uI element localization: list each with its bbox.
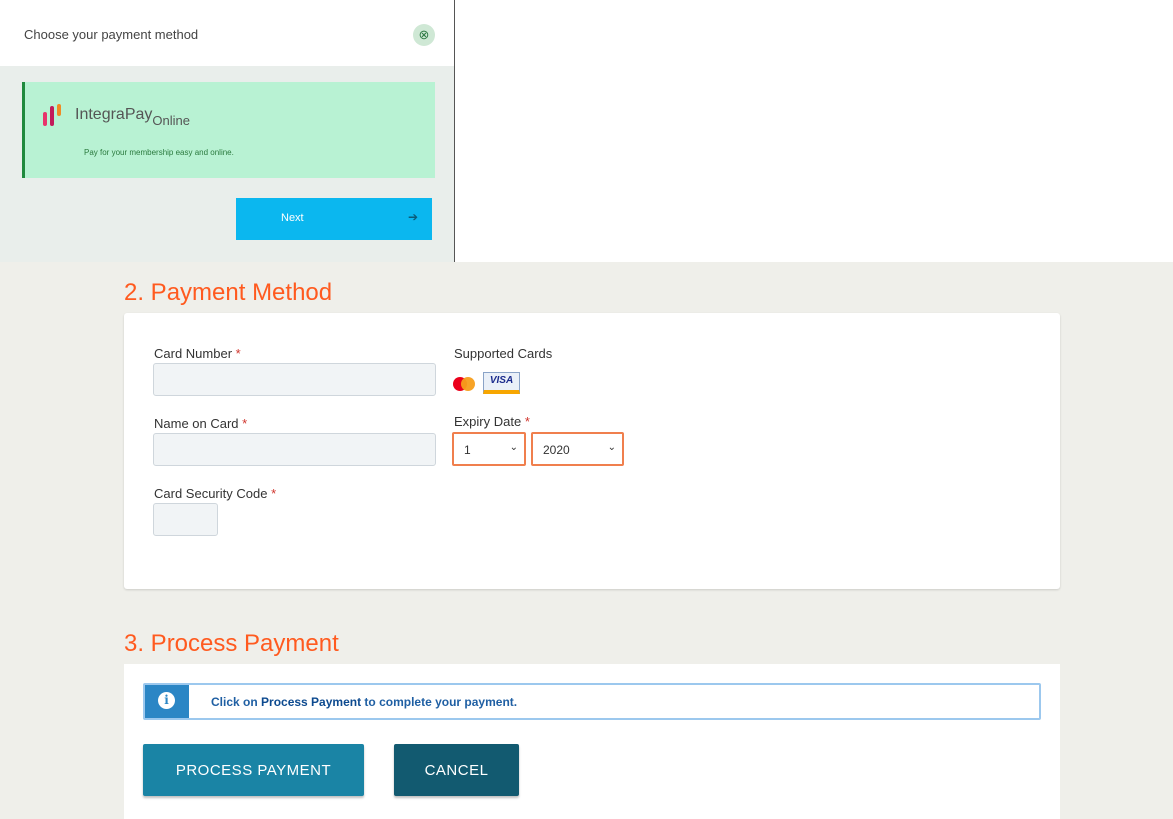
info-message: i Click on Process Payment to complete y… [143, 683, 1041, 720]
integrapay-logo-icon [43, 104, 67, 126]
payment-method-popup: Choose your payment method ⊗ IntegraPayO… [0, 0, 455, 262]
expiry-month-value: 1 [464, 443, 471, 457]
chevron-down-icon: ⌄ [607, 442, 616, 453]
info-icon: i [158, 692, 175, 709]
provider-option-integrapay[interactable]: IntegraPayOnline Pay for your membership… [22, 82, 435, 178]
process-payment-heading: 3. Process Payment [124, 630, 339, 657]
mastercard-icon [453, 375, 481, 391]
provider-name: IntegraPayOnline [75, 106, 190, 128]
provider-name-suffix: Online [152, 113, 190, 128]
expiry-date-label: Expiry Date * [454, 414, 530, 429]
close-circle-icon[interactable]: ⊗ [413, 24, 435, 46]
security-code-label: Card Security Code * [154, 486, 277, 501]
provider-description: Pay for your membership easy and online. [84, 148, 234, 157]
info-icon-box: i [145, 685, 189, 718]
card-number-label: Card Number * [154, 346, 241, 361]
security-code-input[interactable] [153, 503, 218, 536]
info-text: Click on Process Payment to complete you… [211, 695, 518, 709]
name-on-card-input[interactable] [153, 433, 436, 466]
popup-title: Choose your payment method [24, 27, 199, 42]
card-number-input[interactable] [153, 363, 436, 396]
chevron-down-icon: ⌄ [509, 442, 518, 453]
visa-icon: VISA [483, 372, 520, 394]
expiry-year-value: 2020 [543, 443, 570, 457]
payment-method-heading: 2. Payment Method [124, 279, 333, 306]
next-button[interactable]: Next ➔ [236, 198, 432, 240]
expiry-year-select[interactable]: 2020 ⌄ [531, 432, 624, 466]
popup-header: Choose your payment method ⊗ [0, 0, 454, 66]
cancel-button[interactable]: CANCEL [394, 744, 519, 796]
name-on-card-label: Name on Card * [154, 416, 248, 431]
expiry-month-select[interactable]: 1 ⌄ [452, 432, 526, 466]
supported-cards-label: Supported Cards [454, 346, 553, 361]
process-payment-button[interactable]: PROCESS PAYMENT [143, 744, 364, 796]
arrow-right-circle-icon: ➔ [407, 210, 418, 224]
next-button-label: Next [281, 212, 304, 224]
